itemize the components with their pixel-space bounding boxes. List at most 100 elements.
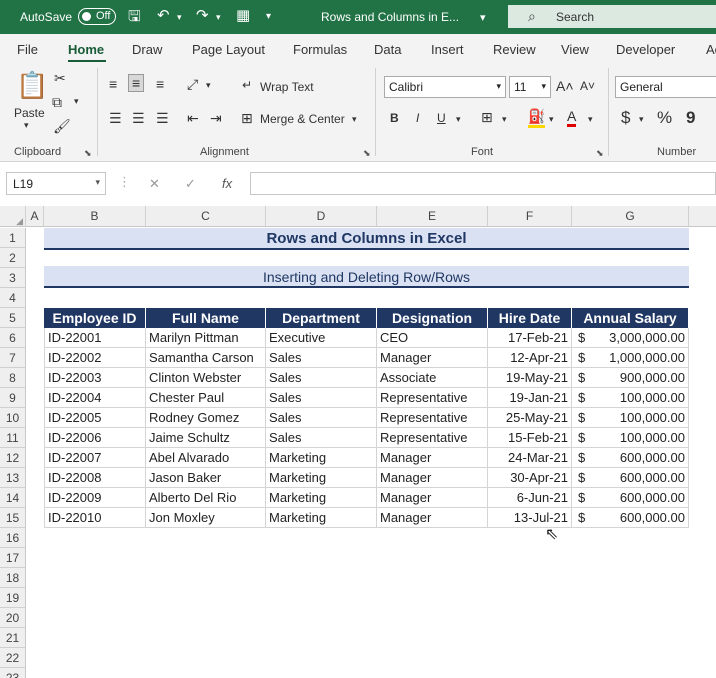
table-cell[interactable]: Manager <box>377 508 488 528</box>
column-title-cell[interactable]: Annual Salary <box>572 308 689 328</box>
column-header-blank[interactable] <box>689 206 716 227</box>
table-cell[interactable]: Sales <box>266 368 377 388</box>
table-cell[interactable]: $600,000.00 <box>572 468 689 488</box>
increase-indent-icon[interactable]: ⇥ <box>210 110 222 127</box>
increase-font-icon[interactable]: A˄ <box>556 78 574 94</box>
table-cell[interactable]: $100,000.00 <box>572 428 689 448</box>
table-cell[interactable]: Rodney Gomez <box>146 408 266 428</box>
table-cell[interactable]: Associate <box>377 368 488 388</box>
font-name-select[interactable]: Calibri ▾ <box>384 76 506 98</box>
row-header-5[interactable]: 5 <box>0 308 26 328</box>
undo-dropdown-icon[interactable]: ▾ <box>177 12 182 23</box>
borders-dropdown-icon[interactable]: ▾ <box>502 114 507 125</box>
cut-icon[interactable]: ✂ <box>54 70 66 87</box>
wrap-text-button[interactable]: Wrap Text <box>260 80 314 94</box>
column-header-d[interactable]: D <box>266 206 377 227</box>
table-cell[interactable]: ID-22006 <box>44 428 146 448</box>
row-header-8[interactable]: 8 <box>0 368 26 388</box>
row-header-18[interactable]: 18 <box>0 568 26 588</box>
table-cell[interactable]: $600,000.00 <box>572 488 689 508</box>
insert-function-button[interactable]: fx <box>222 176 232 191</box>
paste-label[interactable]: Paste <box>14 106 45 120</box>
fill-color-icon[interactable]: ⛽ <box>528 108 546 128</box>
row-header-15[interactable]: 15 <box>0 508 26 528</box>
format-painter-icon[interactable]: 🖌 <box>53 118 71 135</box>
borders-icon[interactable]: ⊞ <box>481 109 493 126</box>
table-cell[interactable]: Jon Moxley <box>146 508 266 528</box>
comma-style-button[interactable]: 9 <box>686 108 695 128</box>
merge-center-button[interactable]: Merge & Center <box>260 112 345 126</box>
table-cell[interactable]: Marketing <box>266 488 377 508</box>
font-color-icon[interactable]: A <box>567 108 577 127</box>
table-cell[interactable]: ID-22008 <box>44 468 146 488</box>
redo-dropdown-icon[interactable]: ▾ <box>216 12 221 23</box>
table-cell[interactable]: Abel Alvarado <box>146 448 266 468</box>
cancel-icon[interactable]: ✕ <box>149 176 160 192</box>
table-cell[interactable]: Sales <box>266 408 377 428</box>
column-title-cell[interactable]: Employee ID <box>44 308 146 328</box>
table-cell[interactable]: Representative <box>377 388 488 408</box>
name-box[interactable]: L19 ▾ <box>6 172 106 195</box>
title-dropdown-icon[interactable]: ▾ <box>480 11 486 24</box>
row-header-6[interactable]: 6 <box>0 328 26 348</box>
sheet-subtitle[interactable]: Inserting and Deleting Row/Rows <box>44 266 689 288</box>
align-center-icon[interactable]: ☰ <box>132 110 145 127</box>
align-bottom-icon[interactable]: ≡ <box>156 76 164 92</box>
table-cell[interactable]: Marilyn Pittman <box>146 328 266 348</box>
table-cell[interactable]: Clinton Webster <box>146 368 266 388</box>
table-cell[interactable]: 6-Jun-21 <box>488 488 572 508</box>
copy-icon[interactable]: ⧉ <box>52 94 62 111</box>
orientation-icon[interactable]: ⤢ <box>187 76 198 93</box>
bold-button[interactable]: B <box>390 111 399 125</box>
table-cell[interactable]: 25-May-21 <box>488 408 572 428</box>
table-cell[interactable]: ID-22005 <box>44 408 146 428</box>
merge-dropdown-icon[interactable]: ▾ <box>352 114 357 125</box>
table-cell[interactable]: 19-May-21 <box>488 368 572 388</box>
table-cell[interactable]: Marketing <box>266 508 377 528</box>
table-cell[interactable]: ID-22001 <box>44 328 146 348</box>
select-all-corner[interactable]: ◢ <box>0 206 26 227</box>
table-cell[interactable]: $3,000,000.00 <box>572 328 689 348</box>
wrap-text-icon[interactable]: ↵ <box>242 78 252 92</box>
column-title-cell[interactable]: Hire Date <box>488 308 572 328</box>
table-cell[interactable]: 17-Feb-21 <box>488 328 572 348</box>
formula-input[interactable] <box>250 172 716 195</box>
table-cell[interactable]: Manager <box>377 488 488 508</box>
tab-draw[interactable]: Draw <box>132 42 162 57</box>
row-header-16[interactable]: 16 <box>0 528 26 548</box>
tab-review[interactable]: Review <box>493 42 536 57</box>
table-cell[interactable]: Jason Baker <box>146 468 266 488</box>
fill-dropdown-icon[interactable]: ▾ <box>549 114 554 125</box>
table-cell[interactable]: Marketing <box>266 448 377 468</box>
row-header-22[interactable]: 22 <box>0 648 26 668</box>
font-launcher-icon[interactable]: ⬊ <box>596 148 604 159</box>
table-cell[interactable]: ID-22002 <box>44 348 146 368</box>
row-header-20[interactable]: 20 <box>0 608 26 628</box>
column-header-e[interactable]: E <box>377 206 488 227</box>
row-header-11[interactable]: 11 <box>0 428 26 448</box>
table-cell[interactable]: Chester Paul <box>146 388 266 408</box>
table-cell[interactable]: 15-Feb-21 <box>488 428 572 448</box>
paste-dropdown-icon[interactable]: ▾ <box>24 120 29 131</box>
underline-dropdown-icon[interactable]: ▾ <box>456 114 461 125</box>
decrease-indent-icon[interactable]: ⇤ <box>187 110 199 127</box>
table-cell[interactable]: 12-Apr-21 <box>488 348 572 368</box>
italic-button[interactable]: I <box>416 111 419 125</box>
column-title-cell[interactable]: Designation <box>377 308 488 328</box>
customize-toolbar-icon[interactable]: ▾ <box>266 11 271 22</box>
underline-button[interactable]: U <box>437 111 446 125</box>
tab-more[interactable]: Ac <box>706 42 716 57</box>
align-top-icon[interactable]: ≡ <box>109 76 117 92</box>
table-cell[interactable]: Manager <box>377 468 488 488</box>
align-right-icon[interactable]: ☰ <box>156 110 169 127</box>
undo-icon[interactable]: ↶ <box>157 6 170 24</box>
orientation-dropdown-icon[interactable]: ▾ <box>206 80 211 91</box>
font-size-select[interactable]: 11 ▾ <box>509 76 551 98</box>
tab-home[interactable]: Home <box>68 42 104 57</box>
align-left-icon[interactable]: ☰ <box>109 110 122 127</box>
table-cell[interactable]: ID-22009 <box>44 488 146 508</box>
table-cell[interactable]: 13-Jul-21 <box>488 508 572 528</box>
table-cell[interactable]: ID-22004 <box>44 388 146 408</box>
column-header-a[interactable]: A <box>26 206 44 227</box>
currency-dropdown-icon[interactable]: ▾ <box>639 114 644 125</box>
